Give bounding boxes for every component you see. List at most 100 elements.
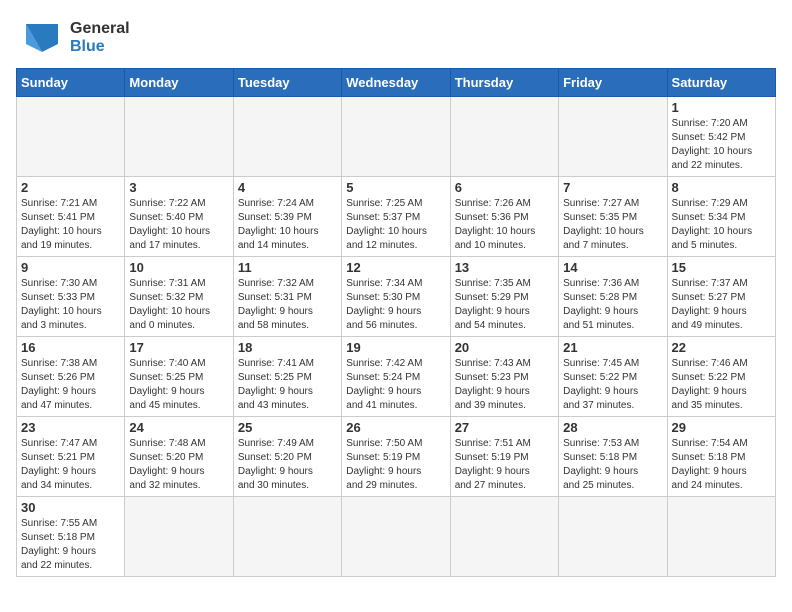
calendar-day-cell: 19 Sunrise: 7:42 AM Sunset: 5:24 PM Dayli… xyxy=(342,337,450,417)
day-info: Sunrise: 7:31 AM Sunset: 5:32 PM Dayligh… xyxy=(129,277,228,333)
calendar-week-row: 30 Sunrise: 7:55 AM Sunset: 5:18 PM Dayli… xyxy=(17,497,776,577)
day-number: 8 xyxy=(672,180,771,195)
calendar-day-cell: 24 Sunrise: 7:48 AM Sunset: 5:20 PM Dayli… xyxy=(125,417,233,497)
calendar-day-cell xyxy=(450,497,558,577)
day-info: Sunrise: 7:35 AM Sunset: 5:29 PM Dayligh… xyxy=(455,277,554,333)
calendar-week-row: 16 Sunrise: 7:38 AM Sunset: 5:26 PM Dayli… xyxy=(17,337,776,417)
day-number: 2 xyxy=(21,180,120,195)
day-number: 28 xyxy=(563,420,662,435)
calendar-week-row: 1 Sunrise: 7:20 AM Sunset: 5:42 PM Daylig… xyxy=(17,97,776,177)
day-info: Sunrise: 7:53 AM Sunset: 5:18 PM Dayligh… xyxy=(563,437,662,493)
calendar-day-cell: 7 Sunrise: 7:27 AM Sunset: 5:35 PM Daylig… xyxy=(559,177,667,257)
day-info: Sunrise: 7:41 AM Sunset: 5:25 PM Dayligh… xyxy=(238,357,337,413)
calendar-day-cell: 16 Sunrise: 7:38 AM Sunset: 5:26 PM Dayli… xyxy=(17,337,125,417)
day-info: Sunrise: 7:27 AM Sunset: 5:35 PM Dayligh… xyxy=(563,197,662,253)
calendar-day-cell: 15Sunrise: 7:37 AM Sunset: 5:27 PM Dayli… xyxy=(667,257,775,337)
day-number: 5 xyxy=(346,180,445,195)
calendar-header-row: SundayMondayTuesdayWednesdayThursdayFrid… xyxy=(17,69,776,97)
calendar-day-cell: 14 Sunrise: 7:36 AM Sunset: 5:28 PM Dayli… xyxy=(559,257,667,337)
day-info: Sunrise: 7:47 AM Sunset: 5:21 PM Dayligh… xyxy=(21,437,120,493)
day-number: 10 xyxy=(129,260,228,275)
calendar-day-cell: 28 Sunrise: 7:53 AM Sunset: 5:18 PM Dayli… xyxy=(559,417,667,497)
day-info: Sunrise: 7:21 AM Sunset: 5:41 PM Dayligh… xyxy=(21,197,120,253)
calendar-day-cell: 11 Sunrise: 7:32 AM Sunset: 5:31 PM Dayli… xyxy=(233,257,341,337)
day-number: 21 xyxy=(563,340,662,355)
day-info: Sunrise: 7:49 AM Sunset: 5:20 PM Dayligh… xyxy=(238,437,337,493)
calendar-day-cell xyxy=(342,97,450,177)
calendar-day-cell: 29Sunrise: 7:54 AM Sunset: 5:18 PM Dayli… xyxy=(667,417,775,497)
day-number: 19 xyxy=(346,340,445,355)
calendar-day-cell: 18 Sunrise: 7:41 AM Sunset: 5:25 PM Dayli… xyxy=(233,337,341,417)
day-number: 18 xyxy=(238,340,337,355)
day-info: Sunrise: 7:32 AM Sunset: 5:31 PM Dayligh… xyxy=(238,277,337,333)
day-number: 11 xyxy=(238,260,337,275)
day-info: Sunrise: 7:43 AM Sunset: 5:23 PM Dayligh… xyxy=(455,357,554,413)
day-header-sunday: Sunday xyxy=(17,69,125,97)
day-number: 4 xyxy=(238,180,337,195)
calendar-day-cell: 25Sunrise: 7:49 AM Sunset: 5:20 PM Dayli… xyxy=(233,417,341,497)
calendar-day-cell: 4 Sunrise: 7:24 AM Sunset: 5:39 PM Daylig… xyxy=(233,177,341,257)
day-info: Sunrise: 7:25 AM Sunset: 5:37 PM Dayligh… xyxy=(346,197,445,253)
calendar-day-cell xyxy=(559,497,667,577)
day-info: Sunrise: 7:42 AM Sunset: 5:24 PM Dayligh… xyxy=(346,357,445,413)
calendar-day-cell: 27 Sunrise: 7:51 AM Sunset: 5:19 PM Dayli… xyxy=(450,417,558,497)
calendar-week-row: 23Sunrise: 7:47 AM Sunset: 5:21 PM Dayli… xyxy=(17,417,776,497)
day-number: 30 xyxy=(21,500,120,515)
day-number: 22 xyxy=(672,340,771,355)
day-header-tuesday: Tuesday xyxy=(233,69,341,97)
calendar-day-cell: 6Sunrise: 7:26 AM Sunset: 5:36 PM Daylig… xyxy=(450,177,558,257)
day-header-wednesday: Wednesday xyxy=(342,69,450,97)
day-info: Sunrise: 7:38 AM Sunset: 5:26 PM Dayligh… xyxy=(21,357,120,413)
calendar-day-cell: 20 Sunrise: 7:43 AM Sunset: 5:23 PM Dayli… xyxy=(450,337,558,417)
day-number: 3 xyxy=(129,180,228,195)
calendar-day-cell: 26Sunrise: 7:50 AM Sunset: 5:19 PM Dayli… xyxy=(342,417,450,497)
calendar-day-cell: 9 Sunrise: 7:30 AM Sunset: 5:33 PM Daylig… xyxy=(17,257,125,337)
day-info: Sunrise: 7:30 AM Sunset: 5:33 PM Dayligh… xyxy=(21,277,120,333)
day-info: Sunrise: 7:20 AM Sunset: 5:42 PM Dayligh… xyxy=(672,117,771,173)
calendar-day-cell xyxy=(342,497,450,577)
day-info: Sunrise: 7:29 AM Sunset: 5:34 PM Dayligh… xyxy=(672,197,771,253)
calendar-day-cell xyxy=(450,97,558,177)
day-info: Sunrise: 7:40 AM Sunset: 5:25 PM Dayligh… xyxy=(129,357,228,413)
calendar-day-cell xyxy=(125,497,233,577)
day-number: 1 xyxy=(672,100,771,115)
calendar-day-cell: 23Sunrise: 7:47 AM Sunset: 5:21 PM Dayli… xyxy=(17,417,125,497)
day-info: Sunrise: 7:24 AM Sunset: 5:39 PM Dayligh… xyxy=(238,197,337,253)
day-number: 24 xyxy=(129,420,228,435)
day-info: Sunrise: 7:48 AM Sunset: 5:20 PM Dayligh… xyxy=(129,437,228,493)
day-info: Sunrise: 7:55 AM Sunset: 5:18 PM Dayligh… xyxy=(21,517,120,573)
calendar-day-cell xyxy=(667,497,775,577)
header: GeneralBlue xyxy=(16,16,776,60)
day-number: 17 xyxy=(129,340,228,355)
calendar-day-cell xyxy=(233,497,341,577)
calendar-day-cell: 3 Sunrise: 7:22 AM Sunset: 5:40 PM Daylig… xyxy=(125,177,233,257)
calendar-day-cell: 5 Sunrise: 7:25 AM Sunset: 5:37 PM Daylig… xyxy=(342,177,450,257)
calendar-day-cell: 10 Sunrise: 7:31 AM Sunset: 5:32 PM Dayli… xyxy=(125,257,233,337)
day-number: 14 xyxy=(563,260,662,275)
calendar-day-cell: 1 Sunrise: 7:20 AM Sunset: 5:42 PM Daylig… xyxy=(667,97,775,177)
day-header-monday: Monday xyxy=(125,69,233,97)
calendar-day-cell xyxy=(125,97,233,177)
calendar-day-cell xyxy=(559,97,667,177)
day-info: Sunrise: 7:22 AM Sunset: 5:40 PM Dayligh… xyxy=(129,197,228,253)
day-number: 9 xyxy=(21,260,120,275)
day-number: 12 xyxy=(346,260,445,275)
day-info: Sunrise: 7:46 AM Sunset: 5:22 PM Dayligh… xyxy=(672,357,771,413)
day-header-thursday: Thursday xyxy=(450,69,558,97)
day-number: 7 xyxy=(563,180,662,195)
calendar-day-cell: 13Sunrise: 7:35 AM Sunset: 5:29 PM Dayli… xyxy=(450,257,558,337)
day-info: Sunrise: 7:51 AM Sunset: 5:19 PM Dayligh… xyxy=(455,437,554,493)
day-info: Sunrise: 7:36 AM Sunset: 5:28 PM Dayligh… xyxy=(563,277,662,333)
calendar-day-cell: 21Sunrise: 7:45 AM Sunset: 5:22 PM Dayli… xyxy=(559,337,667,417)
calendar-day-cell: 17 Sunrise: 7:40 AM Sunset: 5:25 PM Dayli… xyxy=(125,337,233,417)
day-number: 20 xyxy=(455,340,554,355)
day-info: Sunrise: 7:26 AM Sunset: 5:36 PM Dayligh… xyxy=(455,197,554,253)
calendar-day-cell xyxy=(17,97,125,177)
day-header-friday: Friday xyxy=(559,69,667,97)
calendar-table: SundayMondayTuesdayWednesdayThursdayFrid… xyxy=(16,68,776,577)
day-number: 16 xyxy=(21,340,120,355)
day-number: 26 xyxy=(346,420,445,435)
calendar-day-cell: 8 Sunrise: 7:29 AM Sunset: 5:34 PM Daylig… xyxy=(667,177,775,257)
calendar-day-cell: 30 Sunrise: 7:55 AM Sunset: 5:18 PM Dayli… xyxy=(17,497,125,577)
day-number: 27 xyxy=(455,420,554,435)
